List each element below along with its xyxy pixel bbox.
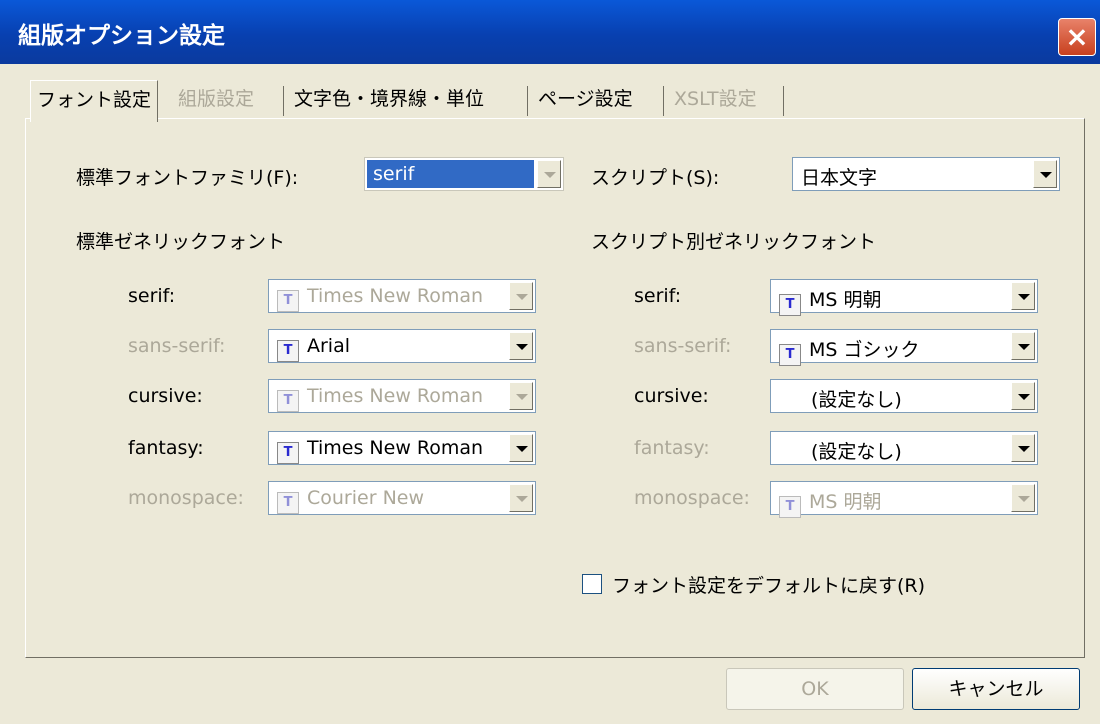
tab-divider bbox=[283, 86, 284, 116]
chevron-down-icon bbox=[1011, 282, 1035, 310]
truetype-font-icon: T bbox=[779, 344, 801, 366]
tab-font-settings[interactable]: フォント設定 bbox=[30, 80, 159, 122]
chevron-down-icon bbox=[1011, 332, 1035, 360]
chevron-down-icon bbox=[1033, 160, 1057, 188]
reset-defaults-label[interactable]: フォント設定をデフォルトに戻す(R) bbox=[612, 571, 925, 598]
truetype-font-icon: T bbox=[277, 442, 299, 464]
script-label: スクリプト(S): bbox=[591, 167, 720, 189]
tab-divider bbox=[663, 86, 664, 116]
window-title: 組版オプション設定 bbox=[18, 23, 225, 49]
ok-button[interactable]: OK bbox=[726, 668, 904, 710]
std-cursive-label: cursive: bbox=[128, 385, 203, 407]
truetype-font-icon: T bbox=[277, 390, 299, 412]
script-cursive-label: cursive: bbox=[634, 385, 709, 407]
script-sans-serif-label: sans-serif: bbox=[634, 335, 732, 357]
std-monospace-select[interactable]: T Courier New bbox=[268, 481, 536, 515]
script-sans-serif-select[interactable]: T MS ゴシック bbox=[770, 329, 1038, 366]
script-serif-select[interactable]: T MS 明朝 bbox=[770, 279, 1038, 316]
tab-divider bbox=[527, 86, 528, 116]
title-bar[interactable]: 組版オプション設定 × bbox=[0, 0, 1100, 64]
truetype-font-icon: T bbox=[277, 492, 299, 514]
chevron-down-icon bbox=[509, 382, 533, 410]
truetype-font-icon: T bbox=[779, 496, 801, 518]
script-select[interactable]: 日本文字 bbox=[792, 157, 1060, 191]
font-settings-panel: 標準フォントファミリ(F): serif スクリプト(S): 日本文字 標準ゼネ… bbox=[25, 118, 1085, 658]
panel-content: 標準フォントファミリ(F): serif スクリプト(S): 日本文字 標準ゼネ… bbox=[46, 135, 1066, 635]
chevron-down-icon bbox=[537, 160, 561, 188]
std-fantasy-label: fantasy: bbox=[128, 437, 204, 459]
chevron-down-icon bbox=[1011, 382, 1035, 410]
std-cursive-select[interactable]: T Times New Roman bbox=[268, 379, 536, 413]
script-monospace-label: monospace: bbox=[634, 487, 750, 509]
tab-typesetting[interactable]: 組版設定 bbox=[172, 80, 260, 120]
script-monospace-select[interactable]: T MS 明朝 bbox=[770, 481, 1038, 518]
standard-family-select[interactable]: serif bbox=[364, 157, 564, 191]
tab-colors-borders-units[interactable]: 文字色・境界線・単位 bbox=[288, 80, 490, 120]
dialog-window: 組版オプション設定 × フォント設定 組版設定 文字色・境界線・単位 ページ設定… bbox=[0, 0, 1100, 724]
truetype-font-icon: T bbox=[277, 290, 299, 312]
tab-page-settings[interactable]: ページ設定 bbox=[532, 80, 639, 120]
cancel-button[interactable]: キャンセル bbox=[912, 668, 1080, 710]
chevron-down-icon bbox=[509, 332, 533, 360]
std-sans-serif-select[interactable]: T Arial bbox=[268, 329, 536, 363]
script-fantasy-label: fantasy: bbox=[634, 437, 710, 459]
close-icon: × bbox=[1065, 20, 1089, 53]
truetype-font-icon: T bbox=[779, 294, 801, 316]
std-serif-select[interactable]: T Times New Roman bbox=[268, 279, 536, 313]
chevron-down-icon bbox=[509, 484, 533, 512]
script-serif-label: serif: bbox=[634, 285, 682, 307]
reset-defaults-checkbox[interactable] bbox=[582, 574, 602, 594]
chevron-down-icon bbox=[509, 282, 533, 310]
standard-family-label: 標準フォントファミリ(F): bbox=[76, 167, 299, 189]
script-generic-heading: スクリプト別ゼネリックフォント bbox=[591, 231, 877, 253]
std-serif-label: serif: bbox=[128, 285, 176, 307]
chevron-down-icon bbox=[1011, 434, 1035, 462]
chevron-down-icon bbox=[509, 434, 533, 462]
close-button[interactable]: × bbox=[1058, 18, 1096, 56]
std-sans-serif-label: sans-serif: bbox=[128, 335, 226, 357]
script-cursive-select[interactable]: (設定なし) bbox=[770, 379, 1038, 413]
chevron-down-icon bbox=[1011, 484, 1035, 512]
tab-xslt-settings[interactable]: XSLT設定 bbox=[668, 80, 763, 120]
std-fantasy-select[interactable]: T Times New Roman bbox=[268, 431, 536, 465]
std-monospace-label: monospace: bbox=[128, 487, 244, 509]
script-fantasy-select[interactable]: (設定なし) bbox=[770, 431, 1038, 465]
tab-divider bbox=[783, 86, 784, 116]
truetype-font-icon: T bbox=[277, 340, 299, 362]
standard-generic-heading: 標準ゼネリックフォント bbox=[76, 231, 286, 253]
